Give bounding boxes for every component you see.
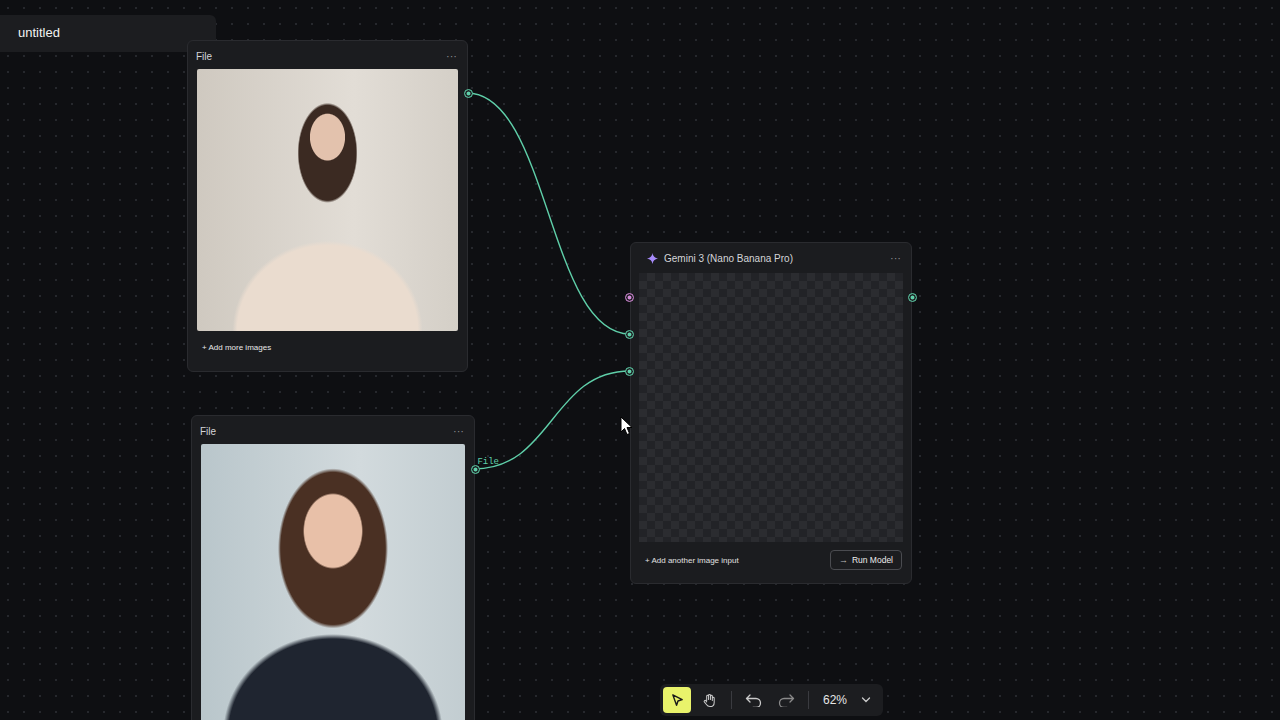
document-title[interactable]: untitled	[0, 15, 216, 52]
undo-button[interactable]	[740, 687, 768, 713]
edge[interactable]	[467, 93, 630, 334]
output-preview	[639, 273, 903, 542]
node-header: File ···	[192, 416, 474, 444]
run-model-button[interactable]: → Run Model	[830, 550, 902, 570]
chevron-down-icon[interactable]	[861, 696, 871, 704]
node-title: File	[200, 426, 216, 437]
output-port[interactable]	[464, 89, 473, 98]
divider	[731, 691, 732, 709]
node-title: File	[196, 51, 212, 62]
select-tool[interactable]	[663, 687, 691, 713]
add-images-button[interactable]: + Add more images	[188, 331, 467, 360]
divider	[808, 691, 809, 709]
redo-icon	[777, 693, 795, 707]
node-title-group: Gemini 3 (Nano Banana Pro)	[639, 253, 793, 264]
photo	[197, 69, 458, 331]
file-node[interactable]: File ···File	[191, 415, 475, 720]
node-menu-button[interactable]: ···	[453, 425, 464, 437]
sparkle-icon	[647, 253, 658, 264]
redo-button[interactable]	[772, 687, 800, 713]
undo-icon	[745, 693, 763, 707]
model-node[interactable]: Gemini 3 (Nano Banana Pro) ··· + Add anoth…	[630, 242, 912, 584]
port-label: File	[477, 457, 499, 467]
zoom-level[interactable]: 62%	[817, 693, 857, 707]
pointer-icon	[670, 693, 685, 708]
arrow-icon: →	[839, 555, 848, 565]
input-port[interactable]	[625, 367, 634, 376]
photo	[201, 444, 465, 720]
add-input-button[interactable]: + Add another image input	[645, 556, 739, 565]
node-footer: + Add another image input → Run Model	[631, 542, 911, 570]
node-title: Gemini 3 (Nano Banana Pro)	[664, 253, 793, 264]
input-port[interactable]	[625, 330, 634, 339]
mouse-pointer-icon	[620, 416, 634, 436]
output-port[interactable]	[908, 293, 917, 302]
file-node[interactable]: File ··· + Add more images	[187, 40, 468, 372]
hand-tool[interactable]	[695, 687, 723, 713]
edge[interactable]	[474, 371, 630, 469]
node-menu-button[interactable]: ···	[446, 50, 457, 62]
button-label: Run Model	[852, 555, 893, 565]
node-header: File ···	[188, 41, 467, 69]
toolbar: 62%	[660, 684, 883, 716]
node-menu-button[interactable]: ···	[890, 252, 901, 264]
hand-icon	[702, 693, 717, 708]
node-header: Gemini 3 (Nano Banana Pro) ···	[631, 243, 911, 271]
input-port[interactable]	[625, 293, 634, 302]
canvas[interactable]: untitledFile···+ Add more imagesFile···F…	[0, 0, 1280, 720]
